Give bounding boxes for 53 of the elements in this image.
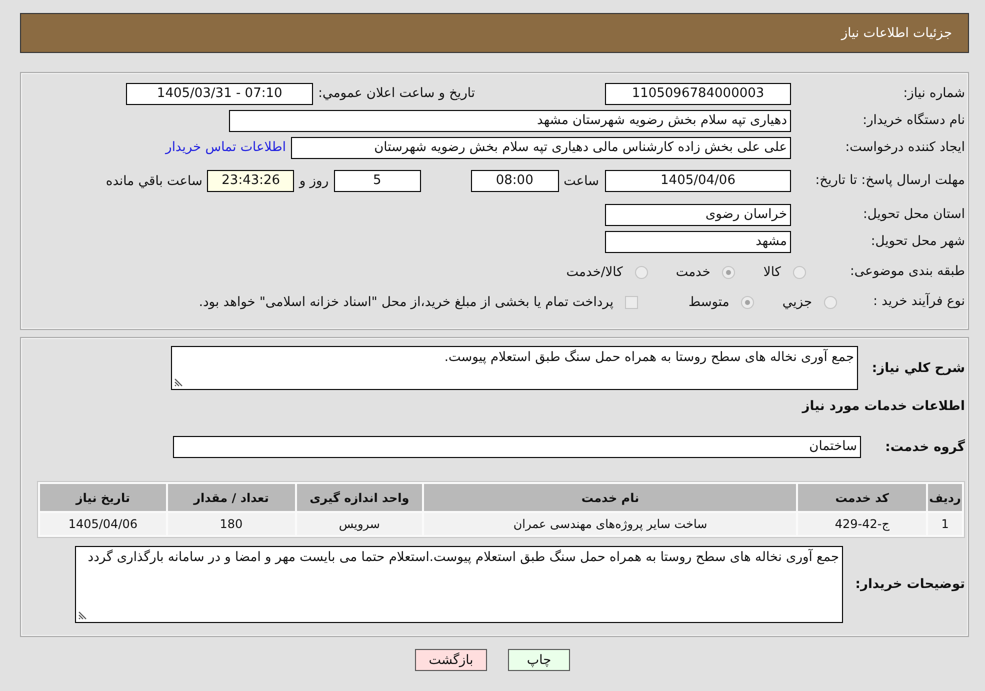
table-cell: سرویس: [296, 513, 422, 535]
buyer-notes-field[interactable]: جمع آوری نخاله های سطح روستا به همراه حمل سنگ طبق استعلام پیوست.استعلام حتما می بایست مهر و امضا و در سامانه بارگذاری گردد: [75, 546, 843, 623]
field-label: مهلت ارسال پاسخ: تا تاریخ:: [814, 173, 965, 189]
table-cell: 180: [168, 513, 295, 535]
table-header-cell: واحد اندازه گیری: [296, 484, 422, 511]
table-header-cell: تاریخ نیاز: [40, 484, 166, 511]
section-heading: اطلاعات خدمات مورد نیاز: [800, 398, 965, 416]
action-button[interactable]: چاپ: [508, 649, 570, 671]
field-label: گروه خدمت:: [884, 440, 965, 454]
field-label: شهر محل تحویل:: [870, 234, 965, 250]
province-field[interactable]: خراسان رضوی: [605, 204, 791, 226]
table-header-cell: ردیف: [928, 484, 962, 511]
table-header-cell: کد خدمت: [798, 484, 926, 511]
buyer-contact-link[interactable]: اطلاعات تماس خریدار: [166, 140, 286, 155]
table-cell: ساخت سایر پروژه‌های مهندسی عمران: [424, 513, 796, 535]
field-label: ایجاد کننده درخواست:: [844, 140, 965, 156]
deadline-time-field[interactable]: 08:00: [470, 170, 559, 192]
days-field[interactable]: 5: [334, 170, 421, 192]
table-header-cell: تعداد / مقدار: [168, 484, 295, 511]
radio-label: خدمت: [676, 264, 710, 280]
field-label: طبقه بندی موضوعی:: [848, 264, 965, 280]
announce-date-field[interactable]: 1405/03/31 - 07:10: [126, 82, 314, 104]
description-field[interactable]: جمع آوری نخاله های سطح روستا به همراه حمل سنگ طبق استعلام پیوست.: [171, 346, 858, 390]
table-cell: ج-42-429: [798, 513, 926, 535]
table-cell: 1: [928, 513, 962, 535]
resize-grip-icon: [174, 378, 183, 387]
city-field[interactable]: مشهد: [605, 230, 791, 252]
time-label: ساعت: [564, 174, 599, 188]
remaining-time-field[interactable]: 23:43:26: [207, 170, 294, 192]
table-cell: 1405/04/06: [40, 513, 166, 535]
field-label: استان محل تحویل:: [862, 206, 965, 222]
requester-field[interactable]: علی علی بخش زاده کارشناس مالی دهیاری تپه سلام بخش رضویه شهرستان: [291, 136, 791, 158]
resize-grip-icon: [78, 611, 87, 620]
buyer-org-field[interactable]: دهیاری تپه سلام بخش رضویه شهرستان مشهد: [229, 110, 791, 132]
radio-label: کالا: [763, 264, 781, 280]
treasury-payment-note: پرداخت تمام یا بخشی از مبلغ خرید،از محل "اسناد خزانه اسلامی" خواهد بود.: [198, 294, 614, 310]
need-number-field[interactable]: 1105096784000003: [605, 82, 791, 104]
days-label: روز و: [299, 174, 329, 188]
field-label: توضیحات خریدار:: [854, 577, 965, 592]
page-title: جزئیات اطلاعات نیاز: [841, 26, 952, 40]
field-label: شرح کلي نياز:: [870, 360, 965, 376]
deadline-date-field[interactable]: 1405/04/06: [605, 170, 791, 192]
field-label: تاريخ و ساعت اعلان عمومي:: [318, 86, 475, 101]
action-button[interactable]: بازگشت: [415, 649, 487, 671]
radio-label: جزيي: [782, 294, 812, 310]
service-group-field[interactable]: ساختمان: [173, 436, 861, 458]
radio-label: کالا/خدمت: [566, 264, 623, 280]
field-label: نام دستگاه خریدار:: [862, 112, 965, 128]
radio-label: متوسط: [688, 294, 730, 310]
field-label: شماره نیاز:: [902, 86, 965, 102]
field-label: نوع فرآیند خرید :: [872, 294, 965, 310]
table-header-cell: نام خدمت: [424, 484, 796, 511]
remaining-time-label: ساعت باقي مانده: [106, 174, 202, 188]
